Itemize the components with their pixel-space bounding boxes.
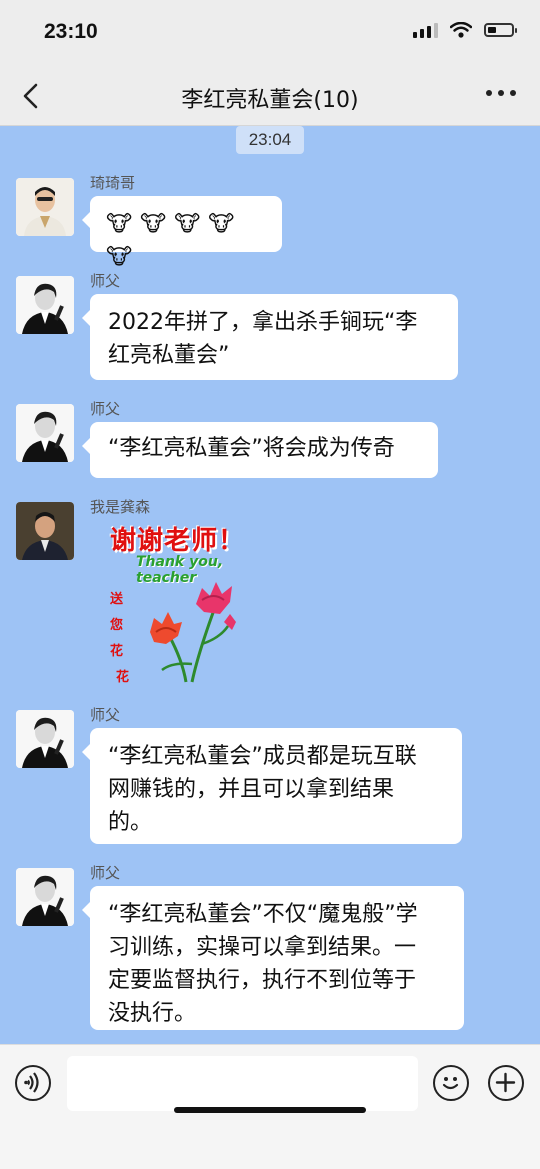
battery-level: [488, 27, 496, 33]
voice-icon: [24, 1072, 39, 1093]
status-bar: 23:10: [0, 0, 540, 68]
sticker-side-char: 花: [116, 670, 130, 685]
nav-bar: 李红亮私董会(10): [0, 68, 540, 126]
message-text-line: “李红亮私董会”将会成为传奇: [108, 436, 395, 461]
avatar[interactable]: [16, 868, 74, 926]
sender-name: 师父: [90, 864, 121, 882]
wifi-icon: [450, 22, 472, 38]
status-icons: [413, 22, 517, 38]
message-text-line: 2022年拼了，拿出杀手锏玩“李: [108, 310, 418, 335]
message-text-line: 习训练，实操可以拿到结果。一: [108, 935, 417, 960]
thank-you-sticker[interactable]: 谢谢老师！ Thank you, teacher 送 您 花 花: [102, 520, 272, 686]
cow-emoji: 🐮: [106, 212, 133, 237]
smiley-icon: [442, 1077, 459, 1090]
cow-emoji: 🐮: [174, 212, 201, 237]
message-timestamp: 23:04: [236, 126, 304, 154]
sender-name: 师父: [90, 706, 121, 724]
carnation-flowers-icon: [150, 582, 236, 683]
sticker-side-char: 送: [110, 592, 124, 607]
message-input[interactable]: [67, 1056, 418, 1111]
message-bubble[interactable]: “李红亮私董会”将会成为传奇: [82, 422, 438, 478]
message-text-line: 红亮私董会”: [108, 343, 230, 368]
avatar[interactable]: [16, 502, 74, 560]
message-text-line: “李红亮私董会”成员都是玩互联: [108, 744, 417, 769]
sticker-title: 谢谢老师！: [110, 526, 246, 556]
sender-name: 师父: [90, 400, 121, 418]
avatar[interactable]: [16, 178, 74, 236]
message-text-line: 定要监督执行，执行不到位等于: [108, 968, 417, 993]
sender-name: 师父: [90, 272, 121, 290]
sticker-side-char: 您: [110, 618, 124, 633]
message-text-line: “李红亮私董会”不仅“魔鬼般”学: [108, 902, 418, 927]
message-bubble[interactable]: 2022年拼了，拿出杀手锏玩“李 红亮私董会”: [82, 294, 458, 380]
sticker-side-char: 花: [110, 644, 124, 659]
cow-emoji: 🐮: [140, 212, 167, 237]
voice-input-button[interactable]: [15, 1065, 51, 1101]
chat-title: 李红亮私董会(10): [181, 88, 359, 113]
avatar[interactable]: [16, 276, 74, 334]
message-text-line: 网赚钱的，并且可以拿到结果: [108, 777, 395, 802]
more-options-icon[interactable]: [486, 90, 516, 96]
cow-emoji: 🐮: [208, 212, 235, 237]
sender-name: 我是龚森: [90, 498, 151, 516]
battery-icon: [484, 23, 517, 37]
message-text-line: 没执行。: [108, 1001, 197, 1026]
emoji-button[interactable]: [433, 1065, 469, 1101]
plus-icon: [495, 1072, 516, 1093]
chat-area[interactable]: 23:04 琦琦哥 🐮 🐮 🐮 🐮🐮 师父 2022年拼了，拿出杀手锏玩“李 红…: [0, 126, 540, 1044]
message-bubble[interactable]: “李红亮私董会”成员都是玩互联 网赚钱的，并且可以拿到结果 的。: [82, 728, 462, 844]
sender-name: 琦琦哥: [90, 174, 136, 192]
message-bubble[interactable]: “李红亮私董会”不仅“魔鬼般”学 习训练，实操可以拿到结果。一 定要监督执行，执…: [82, 886, 464, 1030]
home-indicator: [174, 1107, 366, 1113]
status-time: 23:10: [44, 20, 98, 43]
avatar[interactable]: [16, 710, 74, 768]
signal-icon: [413, 22, 438, 38]
message-bubble[interactable]: 🐮 🐮 🐮 🐮🐮: [82, 196, 282, 270]
more-functions-button[interactable]: [488, 1065, 524, 1101]
avatar[interactable]: [16, 404, 74, 462]
message-text-line: 的。: [108, 810, 153, 835]
